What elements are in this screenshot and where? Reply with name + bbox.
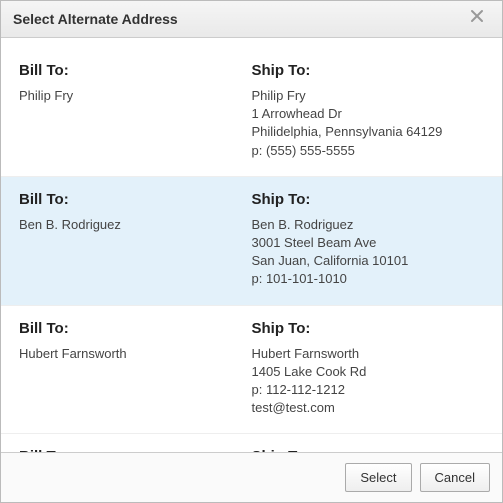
ship-to-line: test@test.com <box>252 399 485 417</box>
ship-to-line: p: 112-112-1212 <box>252 381 485 399</box>
ship-to-heading: Ship To: <box>252 191 485 208</box>
ship-to-heading: Ship To: <box>252 62 485 79</box>
bill-to-column: Bill To: Hubert Farnsworth <box>19 320 252 418</box>
bill-to-name: Philip Fry <box>19 87 252 105</box>
address-row[interactable]: Bill To:Philip FryShip To:Philip Fry1 Ar… <box>1 48 502 177</box>
select-address-dialog: Select Alternate Address Bill To:Philip … <box>0 0 503 503</box>
ship-to-body: Hubert Farnsworth1405 Lake Cook Rdp: 112… <box>252 345 485 418</box>
ship-to-column: Ship To: Hubert Farnsworth1405 Lake Cook … <box>252 320 485 418</box>
bill-to-heading: Bill To: <box>19 191 252 208</box>
address-row[interactable]: Bill To:Ben B. RodriguezShip To:Ben B. R… <box>1 177 502 306</box>
dialog-title: Select Alternate Address <box>13 11 178 27</box>
ship-to-line: Philidelphia, Pennsylvania 64129 <box>252 123 485 141</box>
ship-to-line: p: 101-101-1010 <box>252 270 485 288</box>
dialog-header: Select Alternate Address <box>1 1 502 38</box>
ship-to-line: 3001 Steel Beam Ave <box>252 234 485 252</box>
ship-to-line: p: (555) 555-5555 <box>252 142 485 160</box>
bill-to-column: Bill To: Philip Fry <box>19 62 252 160</box>
bill-to-name: Hubert Farnsworth <box>19 345 252 363</box>
bill-to-heading: Bill To: <box>19 62 252 79</box>
ship-to-line: Hubert Farnsworth <box>252 345 485 363</box>
ship-to-body: Philip Fry1 Arrowhead DrPhilidelphia, Pe… <box>252 87 485 160</box>
bill-to-column: Bill To: Ben B. Rodriguez <box>19 191 252 289</box>
ship-to-line: 1405 Lake Cook Rd <box>252 363 485 381</box>
select-button[interactable]: Select <box>345 463 411 492</box>
bill-to-name: Ben B. Rodriguez <box>19 216 252 234</box>
ship-to-column: Ship To: Ben B. Rodriguez3001 Steel Beam … <box>252 191 485 289</box>
ship-to-line: Philip Fry <box>252 87 485 105</box>
address-row[interactable]: Bill To:Turanga LeelaShip To:Turanga Lee… <box>1 434 502 452</box>
address-list[interactable]: Bill To:Philip FryShip To:Philip Fry1 Ar… <box>1 38 502 452</box>
ship-to-column: Ship To: Philip Fry1 Arrowhead DrPhilidel… <box>252 62 485 160</box>
close-icon[interactable] <box>470 9 490 29</box>
ship-to-heading: Ship To: <box>252 320 485 337</box>
cancel-button[interactable]: Cancel <box>420 463 490 492</box>
dialog-footer: Select Cancel <box>1 452 502 502</box>
ship-to-body: Ben B. Rodriguez3001 Steel Beam AveSan J… <box>252 216 485 289</box>
ship-to-line: San Juan, California 10101 <box>252 252 485 270</box>
bill-to-heading: Bill To: <box>19 320 252 337</box>
ship-to-line: Ben B. Rodriguez <box>252 216 485 234</box>
ship-to-line: 1 Arrowhead Dr <box>252 105 485 123</box>
address-row[interactable]: Bill To:Hubert FarnsworthShip To:Hubert … <box>1 306 502 435</box>
